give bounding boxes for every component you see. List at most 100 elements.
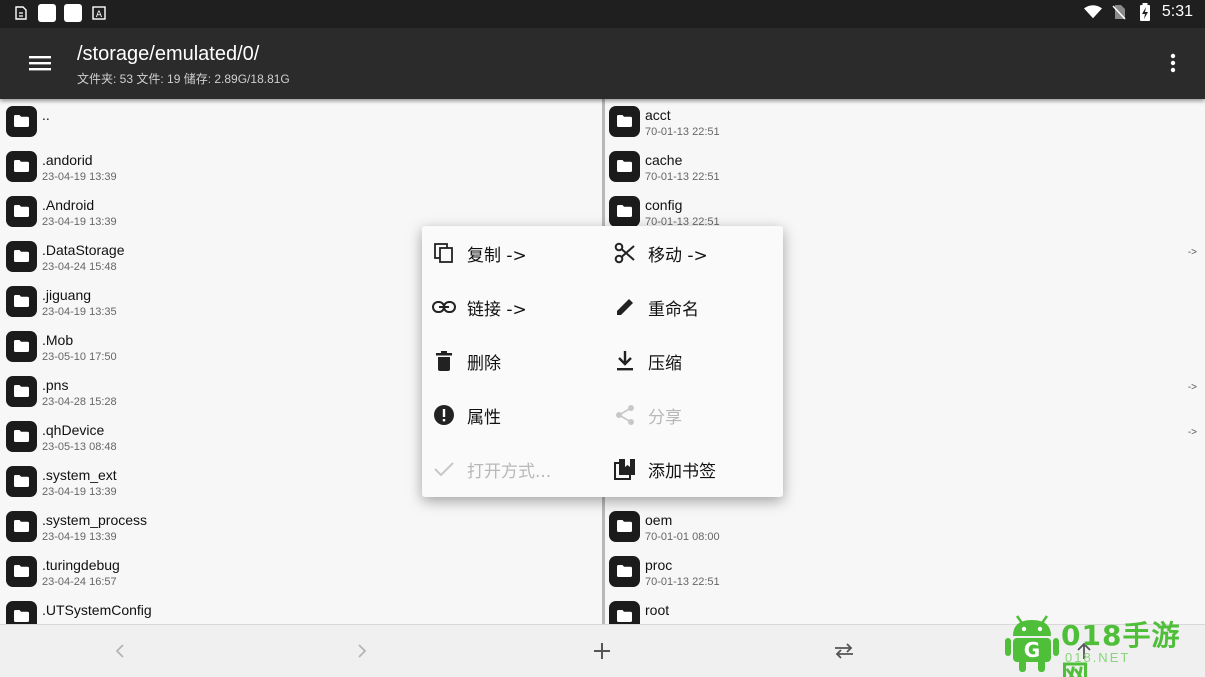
overflow-menu-button[interactable] <box>1169 52 1177 74</box>
info-alert-icon <box>432 403 456 427</box>
menu-item-move[interactable]: 移动 -> <box>603 226 773 280</box>
file-name: .system_ext <box>42 467 117 483</box>
file-name: .pns <box>42 377 69 393</box>
file-date: 23-04-19 13:39 <box>42 171 117 183</box>
folder-icon <box>609 556 640 587</box>
swap-panes-button[interactable] <box>832 639 856 663</box>
file-date: 23-05-10 17:50 <box>42 351 117 363</box>
file-name: .Android <box>42 197 95 213</box>
notification-icon <box>64 4 82 22</box>
folder-icon <box>609 601 640 624</box>
link-icon <box>432 295 456 319</box>
menu-item-share[interactable]: 分享 <box>603 388 773 442</box>
menu-button[interactable] <box>28 52 52 74</box>
folder-icon <box>6 151 37 182</box>
menu-item-add-bookmark[interactable]: 添加书签 <box>603 442 773 496</box>
file-row[interactable]: oem 70-01-01 08:00 <box>605 504 1205 549</box>
symlink-hint: -> <box>1187 427 1197 438</box>
file-name: .Mob <box>42 332 74 348</box>
site-watermark: G 018手游网 018.NET <box>1005 612 1205 677</box>
folder-icon <box>6 241 37 272</box>
file-date: 70-01-01 08:00 <box>645 531 720 543</box>
file-row[interactable]: .andorid 23-04-19 13:39 <box>0 144 602 189</box>
folder-icon <box>6 556 37 587</box>
file-row[interactable]: acct 70-01-13 22:51 <box>605 99 1205 144</box>
no-sim-icon <box>1110 3 1128 21</box>
file-date: 70-01-13 22:51 <box>645 576 720 588</box>
file-name: .turingdebug <box>42 557 120 573</box>
file-context-menu: 复制 -> 移动 -> 链接 -> 重命名 删除 压缩 属性 分享 打开方式..… <box>422 226 783 497</box>
bookmarks-icon <box>613 457 637 481</box>
file-name: .UTSystemConfig <box>42 602 152 618</box>
keyboard-a-icon: A <box>90 4 108 22</box>
file-date: 23-04-28 15:28 <box>42 396 117 408</box>
folder-icon <box>6 331 37 362</box>
file-row[interactable]: .UTSystemConfig <box>0 594 602 624</box>
menu-item-delete[interactable]: 删除 <box>422 334 592 388</box>
status-left-icons: A <box>12 4 108 22</box>
svg-text:A: A <box>96 10 103 20</box>
battery-icon <box>1136 3 1154 21</box>
file-date: 23-05-13 08:48 <box>42 441 117 453</box>
file-name: root <box>645 602 670 618</box>
folder-icon <box>6 376 37 407</box>
status-bar: A 5:31 <box>0 0 1205 28</box>
file-date: 23-04-24 15:48 <box>42 261 117 273</box>
notification-icon <box>38 4 56 22</box>
file-name: .DataStorage <box>42 242 125 258</box>
clock: 5:31 <box>1161 3 1193 20</box>
file-row[interactable]: .system_process 23-04-19 13:39 <box>0 504 602 549</box>
check-icon <box>432 457 456 481</box>
folder-icon <box>6 106 37 137</box>
menu-item-compress[interactable]: 压缩 <box>603 334 773 388</box>
file-date: 70-01-13 22:51 <box>645 171 720 183</box>
share-icon <box>613 403 637 427</box>
svg-text:G: G <box>1024 638 1040 662</box>
file-row[interactable]: .turingdebug 23-04-24 16:57 <box>0 549 602 594</box>
scissors-icon <box>613 241 637 265</box>
file-name: proc <box>645 557 673 573</box>
android-robot-icon: G <box>1005 615 1059 672</box>
file-name: .system_process <box>42 512 148 528</box>
file-name: .qhDevice <box>42 422 105 438</box>
file-name: acct <box>645 107 671 123</box>
symlink-hint: -> <box>1187 382 1197 393</box>
file-date: 23-04-19 13:39 <box>42 486 117 498</box>
file-name: cache <box>645 152 683 168</box>
menu-item-copy[interactable]: 复制 -> <box>422 226 592 280</box>
menu-item-properties[interactable]: 属性 <box>422 388 592 442</box>
file-date: 70-01-13 22:51 <box>645 126 720 138</box>
file-row[interactable]: cache 70-01-13 22:51 <box>605 144 1205 189</box>
swap-icon <box>835 643 853 659</box>
file-date: 23-04-19 13:39 <box>42 216 117 228</box>
menu-item-link[interactable]: 链接 -> <box>422 280 592 334</box>
folder-icon <box>6 601 37 624</box>
trash-icon <box>432 349 456 373</box>
back-button[interactable] <box>108 639 132 663</box>
watermark-text: 018手游网 <box>1061 619 1181 677</box>
wifi-icon <box>1083 3 1102 21</box>
file-row[interactable]: .. <box>0 99 602 144</box>
pencil-icon <box>613 295 637 319</box>
screenshot-icon <box>12 4 30 22</box>
forward-button[interactable] <box>350 639 374 663</box>
more-vert-icon <box>1170 53 1176 73</box>
menu-item-rename[interactable]: 重命名 <box>603 280 773 334</box>
folder-icon <box>609 196 640 227</box>
file-row[interactable]: proc 70-01-13 22:51 <box>605 549 1205 594</box>
file-date: 23-04-19 13:39 <box>42 531 117 543</box>
chevron-right-icon <box>358 644 367 658</box>
new-button[interactable] <box>590 639 614 663</box>
file-date: 23-04-24 16:57 <box>42 576 117 588</box>
folder-icon <box>609 511 640 542</box>
folder-icon <box>609 151 640 182</box>
file-name: .. <box>42 107 50 123</box>
folder-icon <box>6 466 37 497</box>
menu-item-open-with[interactable]: 打开方式... <box>422 442 592 496</box>
copy-icon <box>432 241 456 265</box>
storage-summary: 文件夹: 53 文件: 19 储存: 2.89G/18.81G <box>77 72 290 86</box>
file-name: .jiguang <box>42 287 92 303</box>
watermark-subtext: 018.NET <box>1065 650 1131 665</box>
chevron-left-icon <box>115 644 124 658</box>
file-name: .andorid <box>42 152 93 168</box>
